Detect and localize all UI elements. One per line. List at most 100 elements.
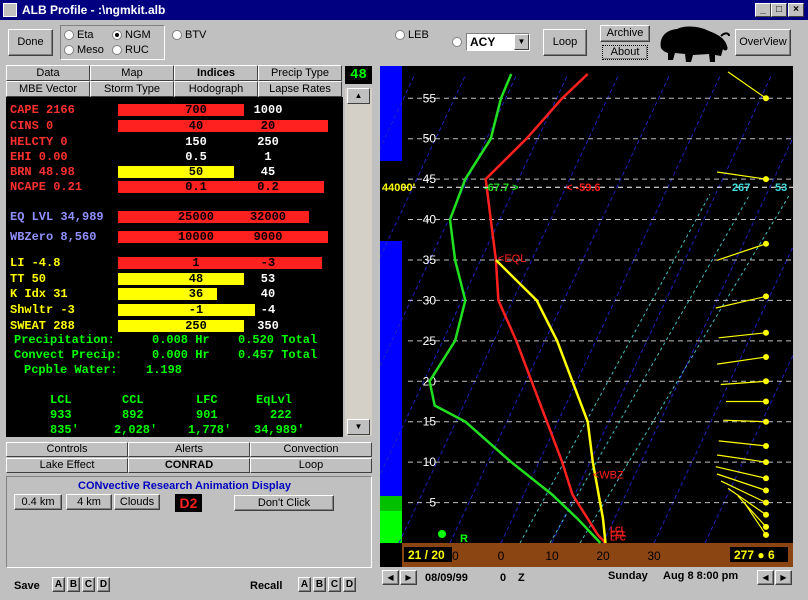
wind-level-dot: [763, 418, 769, 425]
radio-eta[interactable]: Eta: [64, 29, 94, 41]
ccl-ft: 2,028': [114, 423, 158, 437]
lfc-header: LFC: [196, 393, 218, 407]
scroll-down-icon[interactable]: ▼: [347, 419, 370, 435]
wind-barb: [727, 487, 767, 516]
wind-barb: [717, 356, 767, 365]
wind-level-dot: [763, 523, 769, 530]
surface-temp: 21 / 20: [408, 548, 445, 562]
index-threshold-1: 150: [185, 135, 207, 149]
tab-map[interactable]: Map: [90, 65, 174, 81]
wind-barb: [717, 171, 767, 180]
tab-lake-effect[interactable]: Lake Effect: [6, 458, 128, 473]
eqlvl-mb: 222: [270, 408, 292, 422]
tab-loop[interactable]: Loop: [250, 458, 372, 473]
tab-convection[interactable]: Convection: [250, 442, 372, 457]
height-tick-label: 10: [423, 455, 437, 469]
index-threshold-1: 48: [188, 272, 204, 286]
radio-station[interactable]: [452, 36, 465, 48]
dewpoint-marker-label: -67.7 >: [484, 182, 519, 194]
next-time-icon[interactable]: ▶: [400, 570, 417, 585]
eqlvl-ft: 34,989': [254, 423, 305, 437]
speed-marker-label: 53: [775, 182, 787, 194]
maximize-button[interactable]: □: [771, 3, 787, 17]
range-04km-button[interactable]: 0.4 km: [14, 494, 62, 510]
recall-slot-c[interactable]: C: [328, 577, 341, 592]
prev-time-icon[interactable]: ◀: [382, 570, 399, 585]
step-forward-icon[interactable]: ▶: [775, 570, 792, 585]
index-threshold-1: 40: [188, 119, 204, 133]
convect-precip-label: Convect Precip:: [14, 348, 123, 362]
status-valid-time: Aug 8 8:00 pm: [663, 570, 739, 582]
chevron-down-icon[interactable]: ▼: [514, 34, 529, 50]
lcl-ft: 835': [50, 423, 79, 437]
clouds-button[interactable]: Clouds: [114, 494, 160, 510]
temperature-tick-label: 30: [647, 549, 661, 563]
r-marker-label: R: [460, 533, 468, 545]
station-select[interactable]: ACY ▼: [466, 33, 530, 51]
temp-marker-label: < -59.6: [566, 182, 601, 194]
radio-ngm[interactable]: NGM: [112, 29, 151, 41]
pcpble-water-label: Pcpble Water:: [24, 363, 118, 377]
wind-level-dot: [763, 240, 769, 247]
height-tick-label: 25: [423, 334, 437, 348]
close-button[interactable]: ×: [788, 3, 804, 17]
index-threshold-2: 250: [257, 135, 279, 149]
tab-indices[interactable]: Indices: [174, 65, 258, 81]
index-label: Shwltr -3: [10, 303, 75, 317]
step-back-icon[interactable]: ◀: [757, 570, 774, 585]
lcl-header: LCL: [50, 393, 72, 407]
recall-slot-d[interactable]: D: [343, 577, 356, 592]
tab-conrad[interactable]: CONRAD: [128, 458, 250, 473]
wind-barb: [717, 454, 767, 463]
height-tick-label: 45: [423, 172, 437, 186]
done-button[interactable]: Done: [8, 29, 53, 56]
index-threshold-1: 10000: [177, 230, 214, 244]
pcpble-water-value: 1.198: [146, 363, 183, 377]
tab-controls[interactable]: Controls: [6, 442, 128, 457]
save-slot-a[interactable]: A: [52, 577, 65, 592]
tab-storm-type[interactable]: Storm Type: [90, 81, 174, 97]
index-threshold-1: 1: [192, 256, 200, 270]
range-4km-button[interactable]: 4 km: [66, 494, 112, 510]
save-slot-d[interactable]: D: [97, 577, 110, 592]
tab-hodograph[interactable]: Hodograph: [174, 81, 258, 97]
loop-button[interactable]: Loop: [543, 29, 587, 56]
precip-hr: 0.008 Hr: [152, 333, 210, 347]
radio-meso[interactable]: Meso: [64, 44, 104, 56]
tab-precip-type[interactable]: Precip Type: [258, 65, 342, 81]
archive-button[interactable]: Archive: [600, 25, 650, 42]
dont-click-button[interactable]: Don't Click: [234, 495, 334, 511]
tab-alerts[interactable]: Alerts: [128, 442, 250, 457]
wind-barb: [727, 71, 767, 99]
status-date: 08/09/99: [425, 572, 468, 584]
index-threshold-1: -1: [188, 303, 204, 317]
about-button[interactable]: About: [602, 45, 648, 60]
convect-precip-hr: 0.000 Hr: [152, 348, 210, 362]
radio-ruc[interactable]: RUC: [112, 44, 149, 56]
tab-lapse-rates[interactable]: Lapse Rates: [258, 81, 342, 97]
recall-slot-b[interactable]: B: [313, 577, 326, 592]
index-threshold-2: 9000: [253, 230, 283, 244]
radio-btv[interactable]: BTV: [172, 29, 206, 41]
save-slot-b[interactable]: B: [67, 577, 80, 592]
save-slot-c[interactable]: C: [82, 577, 95, 592]
skewt-chart[interactable]: 510152025303540455055-10010203021 / 2027…: [380, 66, 793, 567]
tab-data[interactable]: Data: [6, 65, 90, 81]
overview-button[interactable]: OverView: [735, 29, 791, 56]
app-icon[interactable]: [3, 3, 17, 17]
height-tick-label: 35: [423, 253, 437, 267]
height-strip-surface-bright: [380, 511, 402, 543]
index-label: BRN 48.98: [10, 165, 75, 179]
scroll-up-icon[interactable]: ▲: [347, 88, 370, 104]
radio-leb[interactable]: LEB: [395, 29, 429, 41]
indices-scrollbar[interactable]: ▲ ▼: [345, 88, 372, 436]
recall-slot-a[interactable]: A: [298, 577, 311, 592]
height-tick-label: 15: [423, 415, 437, 429]
index-threshold-2: 0.2: [257, 180, 279, 194]
mode-indicator: D2: [175, 494, 202, 512]
index-threshold-1: 0.1: [185, 180, 207, 194]
index-threshold-2: -4: [260, 303, 276, 317]
wind-level-dot: [763, 398, 769, 405]
minimize-button[interactable]: _: [755, 3, 771, 17]
tab-mbe-vector[interactable]: MBE Vector: [6, 81, 90, 97]
